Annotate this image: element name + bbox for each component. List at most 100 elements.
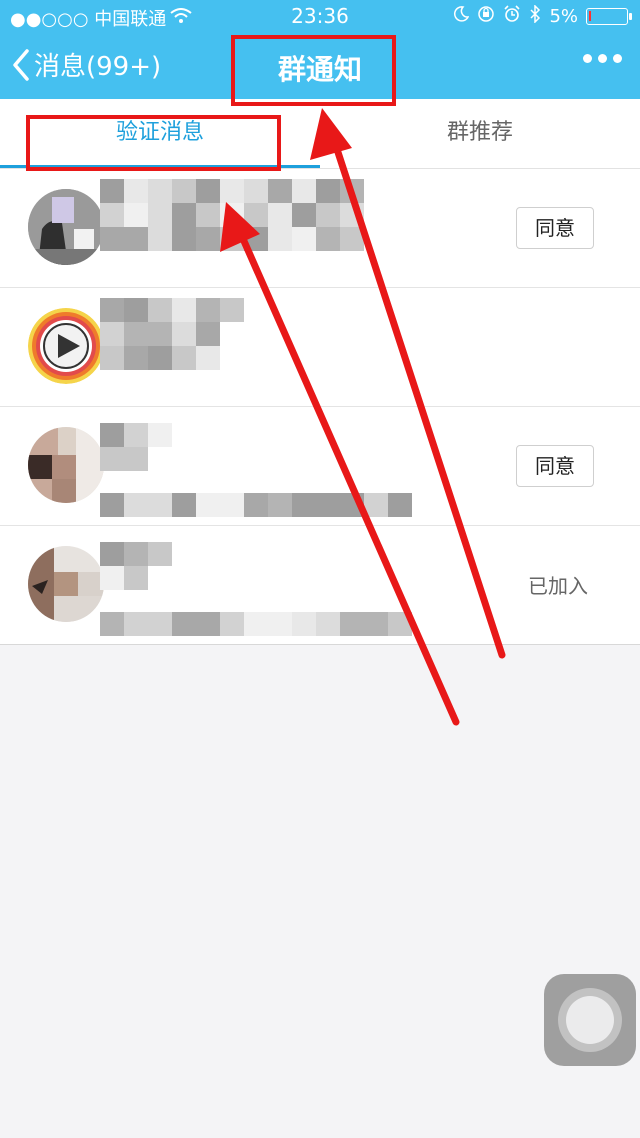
blurred-message bbox=[100, 536, 440, 636]
moon-icon bbox=[453, 6, 470, 27]
mosaic-cell bbox=[220, 493, 244, 517]
assistive-touch-center bbox=[566, 996, 614, 1044]
mosaic-cell bbox=[292, 493, 316, 517]
joined-status: 已加入 bbox=[528, 574, 588, 598]
mosaic-cell bbox=[268, 179, 292, 203]
mosaic-cell bbox=[148, 346, 172, 370]
top-bar: ●●○○○ 中国联通 23:36 5% 消息(99+) 群通知 bbox=[0, 0, 640, 99]
mosaic-cell bbox=[340, 493, 364, 517]
list-item[interactable]: 同意 bbox=[0, 407, 640, 526]
mosaic-cell bbox=[124, 322, 148, 346]
blurred-message bbox=[100, 417, 440, 517]
nav-bar: 消息(99+) 群通知 bbox=[0, 32, 640, 99]
mosaic-cell bbox=[124, 423, 148, 447]
agree-button[interactable]: 同意 bbox=[516, 207, 594, 249]
tab-verification-messages[interactable]: 验证消息 bbox=[0, 99, 320, 169]
mosaic-cell bbox=[100, 542, 124, 566]
mosaic-cell bbox=[220, 298, 244, 322]
status-bar: ●●○○○ 中国联通 23:36 5% bbox=[0, 0, 640, 32]
mosaic-cell bbox=[196, 346, 220, 370]
page-title: 群通知 bbox=[277, 53, 362, 86]
mosaic-cell bbox=[268, 612, 292, 636]
mosaic-cell bbox=[316, 203, 340, 227]
mosaic-cell bbox=[100, 203, 124, 227]
battery-icon bbox=[586, 8, 632, 25]
mosaic-cell bbox=[364, 612, 388, 636]
mosaic-cell bbox=[172, 322, 196, 346]
mosaic-cell bbox=[124, 447, 148, 471]
blurred-message bbox=[100, 179, 440, 279]
mosaic-cell bbox=[220, 179, 244, 203]
mosaic-cell bbox=[100, 447, 124, 471]
agree-button[interactable]: 同意 bbox=[516, 445, 594, 487]
mosaic-cell bbox=[316, 612, 340, 636]
mosaic-cell bbox=[100, 322, 124, 346]
mosaic-cell bbox=[388, 612, 412, 636]
mosaic-cell bbox=[148, 227, 172, 251]
mosaic-cell bbox=[196, 298, 220, 322]
mosaic-cell bbox=[100, 227, 124, 251]
mosaic-cell bbox=[100, 493, 124, 517]
mosaic-cell bbox=[268, 227, 292, 251]
mosaic-cell bbox=[316, 179, 340, 203]
mosaic-cell bbox=[292, 179, 316, 203]
avatar bbox=[28, 189, 104, 265]
mosaic-cell bbox=[316, 227, 340, 251]
list-item[interactable]: 已加入 bbox=[0, 526, 640, 645]
list-item[interactable]: 同意 bbox=[0, 169, 640, 288]
mosaic-cell bbox=[244, 493, 268, 517]
mosaic-cell bbox=[220, 612, 244, 636]
list-item[interactable] bbox=[0, 288, 640, 407]
blurred-message bbox=[100, 298, 440, 398]
avatar bbox=[28, 308, 104, 384]
tab-group-recommendations[interactable]: 群推荐 bbox=[320, 99, 640, 169]
mosaic-cell bbox=[148, 493, 172, 517]
mosaic-cell bbox=[124, 542, 148, 566]
mosaic-cell bbox=[316, 493, 340, 517]
mosaic-cell bbox=[244, 203, 268, 227]
active-tab-indicator bbox=[0, 165, 320, 168]
mosaic-cell bbox=[172, 179, 196, 203]
mosaic-cell bbox=[340, 612, 364, 636]
battery-percent: 5% bbox=[549, 6, 578, 27]
mosaic-cell bbox=[196, 227, 220, 251]
bluetooth-icon bbox=[529, 4, 541, 28]
mosaic-cell bbox=[268, 493, 292, 517]
mosaic-cell bbox=[340, 179, 364, 203]
mosaic-cell bbox=[340, 203, 364, 227]
mosaic-cell bbox=[100, 566, 124, 590]
orientation-lock-icon bbox=[477, 5, 495, 28]
mosaic-cell bbox=[124, 612, 148, 636]
notification-list: 同意 同意 已加入 bbox=[0, 169, 640, 645]
mosaic-cell bbox=[172, 346, 196, 370]
mosaic-cell bbox=[196, 493, 220, 517]
mosaic-cell bbox=[196, 203, 220, 227]
mosaic-cell bbox=[100, 612, 124, 636]
mosaic-cell bbox=[196, 612, 220, 636]
mosaic-cell bbox=[268, 203, 292, 227]
more-options-icon[interactable] bbox=[583, 54, 622, 63]
mosaic-cell bbox=[148, 322, 172, 346]
mosaic-cell bbox=[196, 179, 220, 203]
mosaic-cell bbox=[148, 542, 172, 566]
battery-fill bbox=[589, 11, 591, 21]
assistive-touch-button[interactable] bbox=[544, 974, 636, 1066]
mosaic-cell bbox=[124, 346, 148, 370]
status-right: 5% bbox=[453, 4, 632, 28]
mosaic-cell bbox=[172, 298, 196, 322]
mosaic-cell bbox=[148, 203, 172, 227]
mosaic-cell bbox=[148, 179, 172, 203]
mosaic-cell bbox=[100, 298, 124, 322]
mosaic-cell bbox=[124, 227, 148, 251]
mosaic-cell bbox=[124, 203, 148, 227]
mosaic-cell bbox=[124, 298, 148, 322]
mosaic-cell bbox=[100, 346, 124, 370]
mosaic-cell bbox=[148, 423, 172, 447]
mosaic-cell bbox=[148, 298, 172, 322]
mosaic-cell bbox=[244, 179, 268, 203]
mosaic-cell bbox=[124, 179, 148, 203]
tab-bar: 验证消息 群推荐 bbox=[0, 99, 640, 169]
mosaic-cell bbox=[124, 566, 148, 590]
mosaic-cell bbox=[244, 227, 268, 251]
mosaic-cell bbox=[292, 227, 316, 251]
